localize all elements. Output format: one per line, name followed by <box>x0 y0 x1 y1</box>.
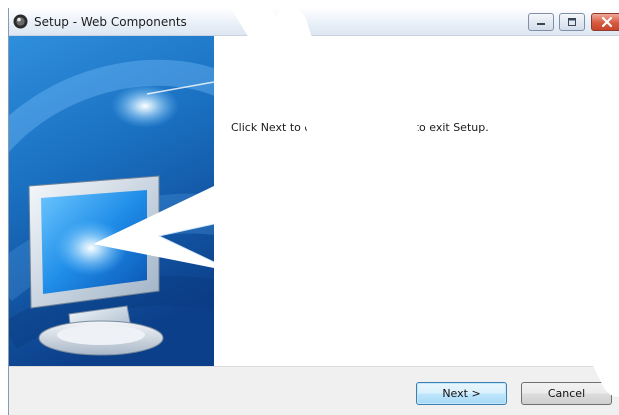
maximize-icon <box>568 18 576 26</box>
next-button[interactable]: Next > <box>416 382 507 405</box>
monitor-arrow-icon <box>9 36 214 366</box>
minimize-icon <box>537 23 545 25</box>
cancel-button[interactable]: Cancel <box>521 382 612 405</box>
maximize-button[interactable] <box>559 13 585 31</box>
minimize-button[interactable] <box>528 13 554 31</box>
setup-window: Setup - Web Components Click Next to con… <box>8 8 619 415</box>
app-icon <box>13 14 28 29</box>
title-bar[interactable]: Setup - Web Components <box>9 8 619 36</box>
instruction-text: Click Next to continue, or Cancel to exi… <box>231 121 489 134</box>
window-title: Setup - Web Components <box>34 15 187 29</box>
close-button[interactable] <box>591 13 619 31</box>
close-icon <box>601 16 613 28</box>
